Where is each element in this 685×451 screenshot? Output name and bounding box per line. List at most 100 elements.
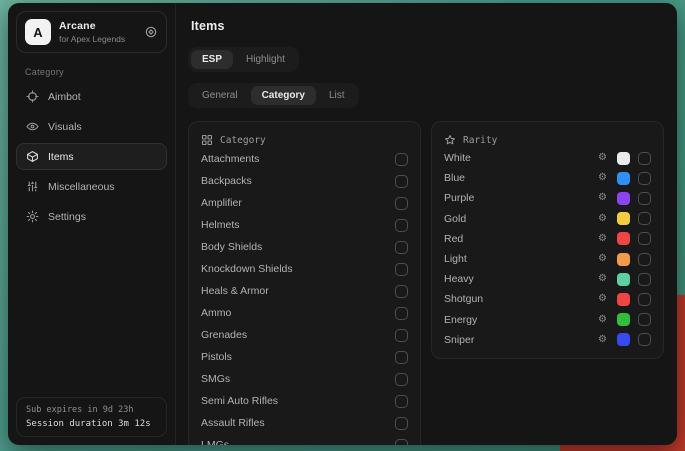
category-panel-title: Category: [220, 135, 266, 146]
category-row: Body Shields: [201, 236, 408, 258]
tab-list[interactable]: List: [318, 86, 356, 105]
category-panel-header: Category: [201, 132, 408, 148]
color-swatch[interactable]: [617, 192, 630, 205]
checkbox[interactable]: [638, 212, 651, 225]
category-row: Knockdown Shields: [201, 258, 408, 280]
checkbox[interactable]: [395, 241, 408, 254]
view-tab-group: General Category List: [188, 83, 359, 108]
rarity-panel-title: Rarity: [463, 135, 497, 146]
color-swatch[interactable]: [617, 172, 630, 185]
sidebar-item-settings[interactable]: Settings: [16, 203, 167, 230]
checkbox[interactable]: [395, 153, 408, 166]
category-label: LMGs: [201, 439, 229, 445]
rarity-row: Blue ⚙: [444, 168, 651, 188]
tab-general[interactable]: General: [191, 86, 249, 105]
brand-name: Arcane: [59, 20, 125, 32]
gear-icon[interactable]: ⚙: [598, 214, 607, 224]
category-row: Heals & Armor: [201, 280, 408, 302]
category-label: Ammo: [201, 307, 231, 319]
game-backdrop: A Arcane for Apex Legends Category: [0, 0, 685, 451]
checkbox[interactable]: [395, 329, 408, 342]
checkbox[interactable]: [395, 439, 408, 446]
gear-icon[interactable]: ⚙: [598, 234, 607, 244]
category-row: Helmets: [201, 214, 408, 236]
rarity-label: Light: [444, 253, 598, 265]
color-swatch[interactable]: [617, 273, 630, 286]
color-swatch[interactable]: [617, 253, 630, 266]
panels-row: Category Attachments Backpacks Amplifier: [188, 121, 664, 445]
color-swatch[interactable]: [617, 152, 630, 165]
color-swatch[interactable]: [617, 313, 630, 326]
checkbox[interactable]: [638, 273, 651, 286]
brand-text: Arcane for Apex Legends: [59, 20, 125, 44]
tab-highlight[interactable]: Highlight: [235, 50, 296, 69]
subscription-info-card: Sub expires in 9d 23h Session duration 3…: [16, 397, 167, 437]
category-label: Pistols: [201, 351, 232, 363]
rarity-label: White: [444, 152, 598, 164]
arcane-menu-window: A Arcane for Apex Legends Category: [8, 3, 677, 445]
checkbox[interactable]: [638, 253, 651, 266]
category-label: SMGs: [201, 373, 230, 385]
rarity-row: Light ⚙: [444, 249, 651, 269]
gear-icon[interactable]: ⚙: [598, 335, 607, 345]
checkbox[interactable]: [395, 373, 408, 386]
checkbox[interactable]: [395, 395, 408, 408]
category-row: Amplifier: [201, 192, 408, 214]
checkbox[interactable]: [395, 351, 408, 364]
sidebar-item-aimbot[interactable]: Aimbot: [16, 83, 167, 110]
sidebar-item-items[interactable]: Items: [16, 143, 167, 170]
sidebar-item-label: Aimbot: [48, 91, 81, 103]
category-label: Knockdown Shields: [201, 263, 293, 275]
checkbox[interactable]: [638, 172, 651, 185]
category-label: Body Shields: [201, 241, 262, 253]
checkbox[interactable]: [395, 307, 408, 320]
category-label: Attachments: [201, 153, 259, 165]
category-row: Attachments: [201, 148, 408, 170]
color-swatch[interactable]: [617, 232, 630, 245]
sidebar-item-visuals[interactable]: Visuals: [16, 113, 167, 140]
gear-icon[interactable]: ⚙: [598, 274, 607, 284]
gear-icon: [26, 210, 39, 223]
checkbox[interactable]: [638, 293, 651, 306]
target-icon[interactable]: [144, 25, 158, 39]
gear-icon[interactable]: ⚙: [598, 173, 607, 183]
category-row: Semi Auto Rifles: [201, 390, 408, 412]
checkbox[interactable]: [638, 313, 651, 326]
sidebar-item-miscellaneous[interactable]: Miscellaneous: [16, 173, 167, 200]
color-swatch[interactable]: [617, 333, 630, 346]
checkbox[interactable]: [395, 263, 408, 276]
color-swatch[interactable]: [617, 293, 630, 306]
checkbox[interactable]: [638, 192, 651, 205]
checkbox[interactable]: [395, 219, 408, 232]
checkbox[interactable]: [638, 152, 651, 165]
gear-icon[interactable]: ⚙: [598, 294, 607, 304]
sub-expiry-text: Sub expires in 9d 23h: [26, 405, 157, 415]
session-duration-text: Session duration 3m 12s: [26, 419, 157, 429]
star-icon: [444, 134, 456, 146]
category-row: Backpacks: [201, 170, 408, 192]
gear-icon[interactable]: ⚙: [598, 254, 607, 264]
category-label: Assault Rifles: [201, 417, 265, 429]
rarity-row: Sniper ⚙: [444, 330, 651, 350]
rarity-label: Heavy: [444, 273, 598, 285]
tab-esp[interactable]: ESP: [191, 50, 233, 69]
tab-category[interactable]: Category: [251, 86, 316, 105]
crosshair-icon: [26, 90, 39, 103]
gear-icon[interactable]: ⚙: [598, 193, 607, 203]
checkbox[interactable]: [395, 197, 408, 210]
eye-icon: [26, 120, 39, 133]
checkbox[interactable]: [395, 285, 408, 298]
gear-icon[interactable]: ⚙: [598, 153, 607, 163]
gear-icon[interactable]: ⚙: [598, 315, 607, 325]
category-label: Semi Auto Rifles: [201, 395, 278, 407]
checkbox[interactable]: [638, 232, 651, 245]
category-row: LMGs: [201, 434, 408, 445]
category-row: SMGs: [201, 368, 408, 390]
color-swatch[interactable]: [617, 212, 630, 225]
checkbox[interactable]: [638, 333, 651, 346]
checkbox[interactable]: [395, 417, 408, 430]
checkbox[interactable]: [395, 175, 408, 188]
sliders-icon: [26, 180, 39, 193]
category-panel: Category Attachments Backpacks Amplifier: [188, 121, 421, 445]
sidebar-item-label: Miscellaneous: [48, 181, 115, 193]
